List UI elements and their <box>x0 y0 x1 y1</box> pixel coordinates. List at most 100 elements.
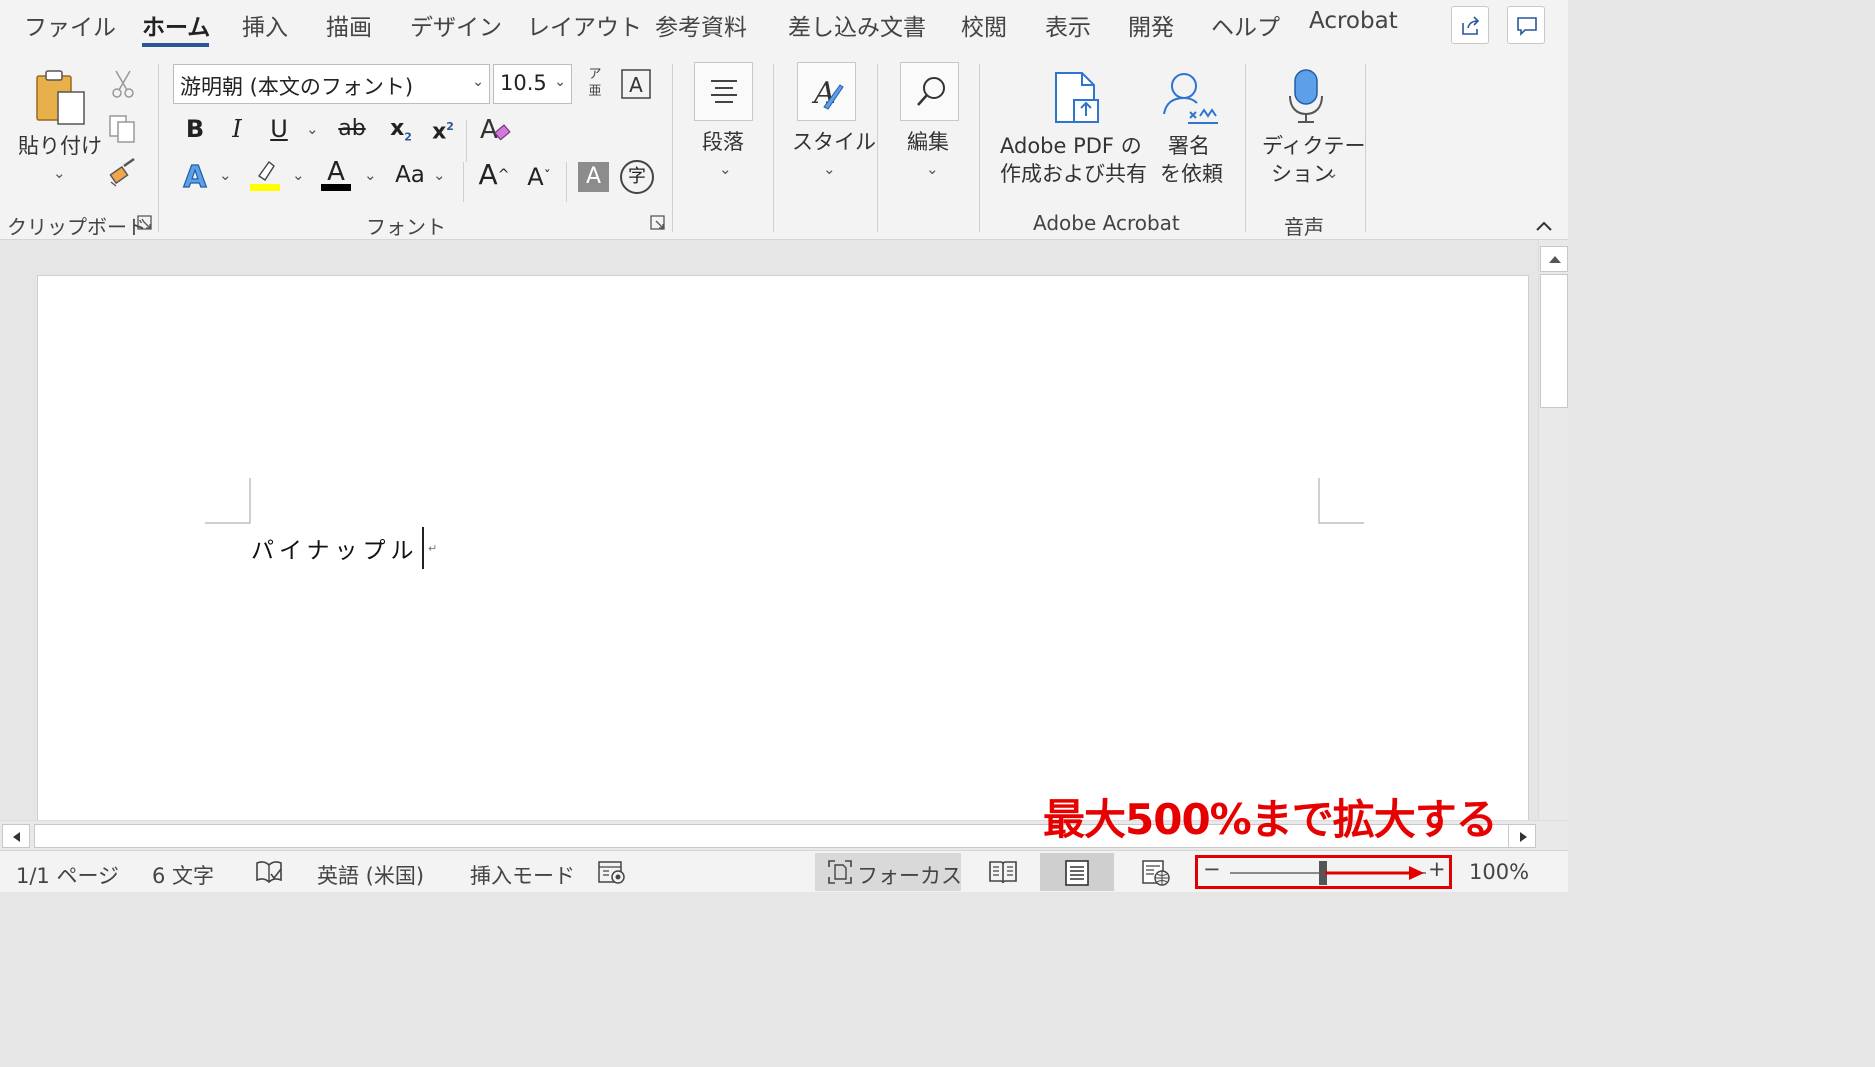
font-color-dropdown-icon[interactable]: ⌄ <box>364 166 377 184</box>
vertical-scroll-thumb[interactable] <box>1540 274 1568 408</box>
web-layout-icon[interactable] <box>1141 859 1171 887</box>
vertical-scrollbar[interactable] <box>1538 240 1568 820</box>
character-shading-button[interactable]: A <box>578 162 609 192</box>
furigana-button[interactable]: ア亜 <box>585 66 605 100</box>
styles-dropdown-icon: ⌄ <box>823 160 836 178</box>
focus-mode-button[interactable]: フォーカス <box>815 853 962 891</box>
paste-dropdown-icon[interactable]: ⌄ <box>53 164 66 182</box>
create-share-pdf-line1: Adobe PDF の <box>1000 134 1142 158</box>
separator <box>773 64 774 232</box>
insert-mode-indicator[interactable]: 挿入モード <box>470 860 575 890</box>
paragraph-mark: ↵ <box>428 542 438 555</box>
bold-button[interactable]: B <box>183 114 207 144</box>
strikethrough-button[interactable]: ab <box>335 114 369 144</box>
macro-record-icon[interactable] <box>597 860 627 886</box>
underline-button[interactable]: U <box>266 114 292 144</box>
clear-formatting-icon[interactable]: A <box>478 112 512 146</box>
font-name-combo[interactable]: 游明朝 (本文のフォント) ⌄ <box>173 64 490 104</box>
change-case-button[interactable]: Aa <box>390 160 430 190</box>
change-case-dropdown-icon[interactable]: ⌄ <box>433 166 446 184</box>
superscript-x: x <box>432 119 447 145</box>
annotation-highlight-box <box>1195 855 1452 889</box>
clipboard-launcher-icon[interactable] <box>137 215 152 230</box>
word-window: ファイル ホーム 挿入 描画 デザイン レイアウト 参考資料 差し込み文書 校閲… <box>0 0 1568 892</box>
subscript-button[interactable]: x2 <box>386 114 416 152</box>
text-effects-dropdown-icon[interactable]: ⌄ <box>219 166 232 184</box>
pdf-share-icon <box>1055 72 1099 123</box>
font-launcher-icon[interactable] <box>650 215 665 230</box>
editing-icon-box <box>900 62 959 121</box>
collapse-ribbon-icon[interactable] <box>1535 220 1553 232</box>
voice-group-label: 音声 <box>1284 215 1324 239</box>
read-mode-icon[interactable] <box>988 859 1018 885</box>
print-layout-button[interactable] <box>1040 853 1114 891</box>
text-effects-icon[interactable]: A <box>180 160 210 192</box>
tab-layout[interactable]: レイアウト <box>527 8 642 42</box>
document-canvas: パイナップル ↵ <box>0 240 1538 835</box>
tab-developer[interactable]: 開発 <box>1128 8 1174 42</box>
scroll-left-button[interactable] <box>2 824 30 848</box>
superscript-button[interactable]: x2 <box>428 112 458 147</box>
svg-text:A: A <box>629 73 643 97</box>
paragraph-label: 段落 <box>702 130 744 154</box>
print-layout-icon <box>1065 860 1089 886</box>
margin-corner-top-left <box>205 478 251 524</box>
dictate-dropdown-icon: ⌄ <box>1326 164 1339 182</box>
microphone-icon <box>1289 69 1323 123</box>
highlight-dropdown-icon[interactable]: ⌄ <box>292 166 305 184</box>
focus-label: フォーカス <box>857 864 962 888</box>
search-icon <box>917 77 945 106</box>
italic-button[interactable]: I <box>225 114 249 144</box>
tab-acrobat[interactable]: Acrobat <box>1309 8 1398 34</box>
document-page[interactable]: パイナップル ↵ <box>37 275 1529 835</box>
svg-text:A: A <box>183 160 207 192</box>
tab-mailings[interactable]: 差し込み文書 <box>788 8 926 42</box>
subscript-x: x <box>390 116 405 141</box>
shrink-font-button[interactable]: Aˇ <box>520 162 558 192</box>
tab-draw[interactable]: 描画 <box>326 8 372 42</box>
shrink-font-a: A <box>527 163 544 191</box>
font-name-value: 游明朝 (本文のフォント) <box>180 75 414 99</box>
tab-insert[interactable]: 挿入 <box>242 8 288 42</box>
comments-button[interactable] <box>1507 6 1545 44</box>
clipboard-group-label: クリップボード <box>7 215 147 239</box>
enclose-characters-button[interactable]: 字 <box>620 160 654 194</box>
separator <box>463 162 464 202</box>
tab-home[interactable]: ホーム <box>142 8 210 42</box>
character-border-icon[interactable]: A <box>620 68 652 100</box>
word-count[interactable]: 6 文字 <box>152 860 214 890</box>
paste-label: 貼り付け <box>18 134 102 158</box>
font-size-combo[interactable]: 10.5 ⌄ <box>493 64 572 104</box>
request-signature-line1: 署名 <box>1168 134 1210 158</box>
paste-icon <box>36 70 85 125</box>
editing-label: 編集 <box>907 130 949 154</box>
copy-icon[interactable] <box>108 114 138 144</box>
adobe-acrobat-group-label: Adobe Acrobat <box>1033 211 1180 235</box>
tab-file[interactable]: ファイル <box>24 8 116 42</box>
chevron-down-icon: ⌄ <box>554 74 566 90</box>
font-color-icon[interactable]: A <box>320 156 352 192</box>
scroll-right-button[interactable] <box>1508 824 1536 848</box>
separator <box>566 162 567 202</box>
language-indicator[interactable]: 英語 (米国) <box>317 860 424 890</box>
separator <box>672 64 673 232</box>
ribbon-home: 貼り付け ⌄ クリップボード 游明朝 (本文のフォント) ⌄ 10.5 ⌄ ア亜… <box>0 52 1568 240</box>
scroll-up-button[interactable] <box>1540 246 1568 272</box>
tab-design[interactable]: デザイン <box>410 8 502 42</box>
page-count[interactable]: 1/1 ページ <box>16 860 119 890</box>
tab-references[interactable]: 参考資料 <box>655 8 747 42</box>
document-body-text[interactable]: パイナップル <box>251 531 419 565</box>
annotation-callout: 最大500%まで拡大する <box>1043 795 1498 844</box>
proofing-book-icon[interactable] <box>255 860 283 886</box>
format-painter-icon[interactable] <box>108 156 140 188</box>
tab-view[interactable]: 表示 <box>1045 8 1091 42</box>
editing-dropdown-icon: ⌄ <box>926 160 939 178</box>
underline-dropdown-icon[interactable]: ⌄ <box>306 120 319 138</box>
tab-review[interactable]: 校閲 <box>961 8 1007 42</box>
share-button[interactable] <box>1451 6 1489 44</box>
zoom-percentage[interactable]: 100% <box>1469 860 1529 884</box>
cut-icon[interactable] <box>110 68 136 100</box>
grow-font-button[interactable]: A^ <box>475 160 513 190</box>
tab-help[interactable]: ヘルプ <box>1211 8 1280 42</box>
highlight-icon[interactable] <box>249 158 281 192</box>
